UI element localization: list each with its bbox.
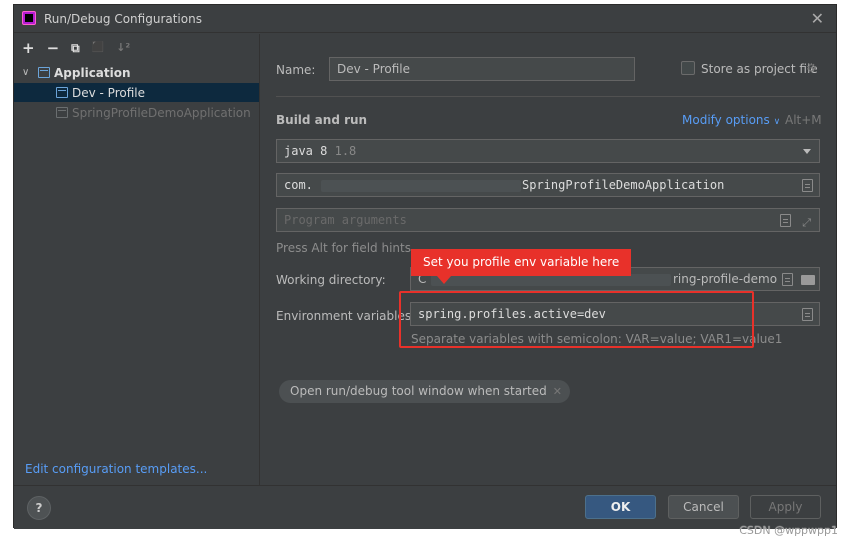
name-input[interactable]: Dev - Profile: [329, 57, 635, 81]
watermark: CSDN @wppwpp1: [739, 524, 838, 537]
title-bar: Run/Debug Configurations ✕: [14, 5, 836, 33]
tree-item-spring-demo[interactable]: SpringProfileDemoApplication: [14, 103, 259, 122]
application-icon: [38, 67, 50, 78]
ok-button[interactable]: OK: [585, 495, 656, 519]
edit-templates-link[interactable]: Edit configuration templates...: [25, 462, 207, 476]
config-form: Name: Dev - Profile Store as project fil…: [261, 34, 836, 485]
store-project-checkbox[interactable]: [681, 61, 695, 75]
config-icon: [56, 87, 68, 98]
config-icon: [56, 107, 68, 118]
folder-icon[interactable]: [801, 275, 815, 285]
tree-group-application[interactable]: ∨ Application: [14, 63, 259, 82]
env-vars-label: Environment variables:: [276, 309, 416, 323]
dialog-footer: ? OK Cancel Apply: [14, 485, 836, 529]
tree-item-label: SpringProfileDemoApplication: [72, 105, 251, 120]
name-label: Name:: [276, 63, 316, 77]
divider: [276, 96, 820, 97]
remove-icon[interactable]: −: [47, 41, 60, 56]
macro-icon[interactable]: [780, 214, 791, 227]
close-icon[interactable]: ✕: [553, 385, 562, 398]
modify-options-link[interactable]: Modify options ∨: [682, 113, 780, 127]
add-icon[interactable]: +: [22, 41, 35, 56]
expand-icon[interactable]: ⤢: [802, 212, 811, 234]
redacted-text: [321, 180, 521, 192]
main-class-input[interactable]: com. SpringProfileDemoApplication: [276, 173, 820, 197]
sort-icon[interactable]: ↓²: [116, 41, 130, 55]
build-run-heading: Build and run: [276, 113, 368, 127]
jdk-select[interactable]: java 8 1.8: [276, 139, 820, 163]
copy-icon[interactable]: ⧉: [71, 41, 80, 55]
edit-env-icon[interactable]: [802, 308, 813, 321]
store-project-label: Store as project file: [701, 62, 818, 76]
modify-shortcut: Alt+M: [785, 113, 822, 127]
tool-window-option-chip[interactable]: Open run/debug tool window when started ✕: [279, 380, 570, 403]
cancel-button[interactable]: Cancel: [668, 495, 739, 519]
apply-button[interactable]: Apply: [750, 495, 821, 519]
browse-icon[interactable]: [802, 179, 813, 192]
run-debug-dialog: Run/Debug Configurations ✕ + − ⧉ ⬛ ↓² ∨ …: [13, 4, 837, 529]
annotation-highlight-box: [399, 291, 754, 348]
working-dir-label: Working directory:: [276, 273, 386, 287]
config-sidebar: + − ⧉ ⬛ ↓² ∨ Application Dev - Profile S…: [14, 34, 260, 485]
program-args-input[interactable]: Program arguments ⤢: [276, 208, 820, 232]
gear-icon[interactable]: ⚙: [806, 61, 817, 75]
help-icon[interactable]: ?: [27, 496, 51, 520]
intellij-logo-icon: [22, 11, 36, 25]
field-hint: Press Alt for field hints: [276, 241, 411, 255]
chevron-down-icon[interactable]: ∨: [22, 67, 32, 78]
annotation-callout: Set you profile env variable here: [411, 249, 632, 284]
move-to-folder-icon[interactable]: ⬛: [92, 41, 104, 55]
tree-item-dev-profile[interactable]: Dev - Profile: [14, 83, 259, 102]
window-title: Run/Debug Configurations: [44, 12, 202, 26]
chevron-down-icon: [803, 149, 811, 154]
sidebar-toolbar: + − ⧉ ⬛ ↓²: [22, 40, 130, 56]
close-icon[interactable]: ✕: [811, 9, 824, 28]
tree-group-label: Application: [54, 65, 131, 80]
macro-icon[interactable]: [782, 273, 793, 286]
tree-item-label: Dev - Profile: [72, 85, 145, 100]
